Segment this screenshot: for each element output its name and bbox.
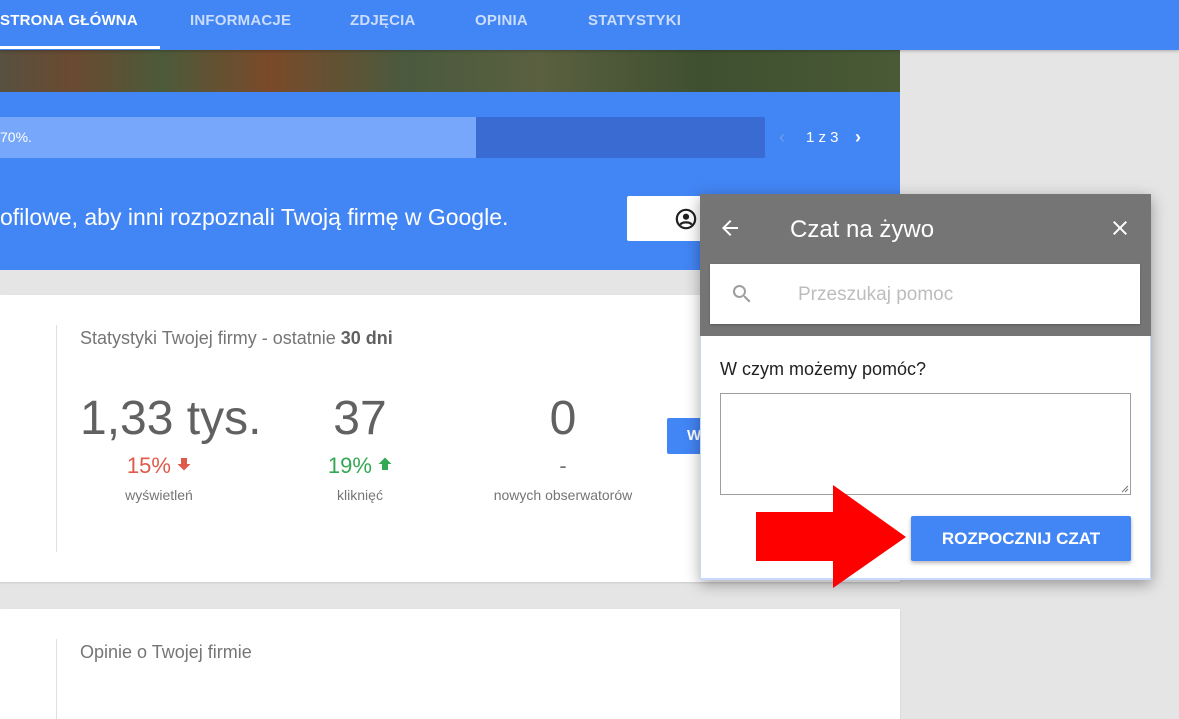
tab-reviews[interactable]: OPINIA [475,0,528,50]
chevron-right-icon[interactable]: › [855,128,861,146]
help-search-input[interactable] [798,282,1118,308]
close-icon[interactable] [1108,216,1132,240]
chat-message-textarea[interactable] [720,393,1131,495]
stat-clicks-value: 37 [333,392,387,445]
card-divider [56,325,57,552]
chat-title: Czat na żywo [790,216,935,243]
tab-statistics[interactable]: STATYSTYKI [588,0,681,50]
tab-photos[interactable]: ZDJĘCIA [350,0,416,50]
stat-followers-change: - [559,453,567,478]
resize-grip-icon[interactable] [1121,485,1129,493]
arrow-down-icon [177,458,191,471]
pager-text: 1 z 3 [806,129,839,146]
stat-clicks-label: kliknięć [337,487,383,503]
stat-followers-value: 0 [549,392,577,445]
banner-message: ofilowe, aby inni rozpoznali Twoją firmę… [0,204,509,230]
tab-home[interactable]: STRONA GŁÓWNA [0,0,138,50]
stat-views-label: wyświetleń [125,487,193,503]
chat-header: Czat na żywo [700,194,1151,336]
tab-info[interactable]: INFORMACJE [190,0,291,50]
reviews-card: Opinie o Twojej firmie [0,609,900,719]
annotation-arrow-icon [756,485,906,588]
account-circle-icon [675,208,697,230]
chat-question-label: W czym możemy pomóc? [720,359,927,379]
arrow-back-icon[interactable] [718,216,742,240]
arrow-up-icon [378,457,392,470]
progress-text: 70%. [0,129,32,145]
stats-card-title: Statystyki Twojej firmy - ostatnie 30 dn… [80,328,393,348]
stat-followers: 0 - nowych obserwatorów [483,392,643,504]
card-divider [56,639,57,719]
stat-views-value: 1,33 tys. [80,392,262,445]
cover-photo [0,50,900,92]
reviews-card-title: Opinie o Twojej firmie [80,642,252,662]
stat-followers-label: nowych obserwatorów [493,487,633,503]
start-chat-button[interactable]: ROZPOCZNIJ CZAT [911,516,1131,561]
stats-card-button[interactable]: W [667,418,700,454]
profile-progress-bar: 70%. [0,117,765,158]
stat-clicks-change: 19% [300,453,420,479]
chevron-left-icon[interactable]: ‹ [779,128,785,146]
stat-clicks: 37 19% kliknięć [300,393,420,503]
stat-views-change: 15% [58,453,260,479]
profile-progress-fill [0,117,476,158]
active-tab-indicator [0,46,160,49]
help-search-box [710,264,1140,324]
top-navigation: STRONA GŁÓWNA INFORMACJE ZDJĘCIA OPINIA … [0,0,1179,50]
search-icon [732,285,751,303]
stat-views: 1,33 tys. 15% wyświetleń [80,392,262,504]
